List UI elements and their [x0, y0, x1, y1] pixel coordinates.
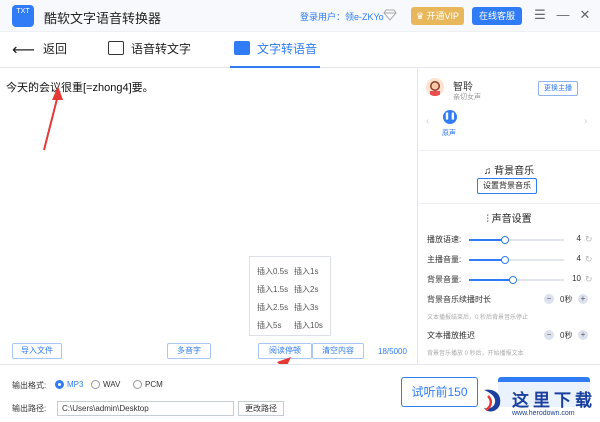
slider-thumb[interactable] [501, 236, 510, 244]
watermark-logo-icon [484, 389, 501, 412]
bg-extend-increase-button[interactable]: + [578, 294, 588, 304]
format-label-wav[interactable]: WAV [103, 380, 120, 389]
login-user-label[interactable]: 登录用户：领e-ZKYo [300, 10, 384, 23]
insert-pause-5s[interactable]: 插入5s [257, 320, 281, 331]
bg-extend-note: 文本播报结束后，0 秒后背景音乐停止 [427, 315, 529, 321]
slider-thumb[interactable] [501, 256, 510, 264]
app-title: 酷软文字语音转换器 [44, 11, 162, 26]
format-radio-wav[interactable] [91, 380, 100, 389]
host-volume-slider[interactable]: 主播音量: 4 ↻ [427, 254, 593, 266]
close-icon[interactable]: ✕ [577, 6, 593, 24]
text-delay-note: 背景音乐播放 0 秒后，开始播报文本 [427, 351, 524, 357]
format-label-pcm[interactable]: PCM [145, 380, 163, 389]
bg-volume-slider[interactable]: 背景音量: 10 ↻ [427, 274, 593, 286]
output-format-label: 输出格式: [12, 381, 47, 390]
reset-icon[interactable]: ↻ [585, 274, 593, 285]
text-to-speech-icon [234, 41, 250, 55]
format-label-mp3[interactable]: MP3 [67, 380, 83, 389]
bg-extend-decrease-button[interactable]: − [544, 294, 554, 304]
app-logo-icon: TXT [12, 5, 34, 27]
bg-extend-value[interactable]: 0秒 [560, 294, 572, 305]
diamond-icon [383, 9, 397, 21]
bgm-title: ♫ 背景音乐 [483, 166, 535, 177]
pause-insert-panel: 插入0.5s 插入1s 插入1.5s 插入2s 插入2.5s 插入3s 插入5s… [249, 256, 331, 336]
settings-panel: 智聆 亲切女声 更换主播 ‹ › ❚❚ 原声 ♫ 背景音乐 设置背景音乐 ⫶ 声… [418, 68, 600, 364]
slider-track[interactable] [469, 236, 564, 244]
format-radio-mp3[interactable] [55, 380, 64, 389]
char-counter: 18/5000 [378, 347, 407, 356]
reset-icon[interactable]: ↻ [585, 234, 593, 245]
change-voice-button[interactable]: 更换主播 [538, 81, 578, 96]
chevron-left-icon[interactable]: ‹ [426, 116, 429, 127]
insert-pause-1.5s[interactable]: 插入1.5s [257, 284, 288, 295]
insert-pause-3s[interactable]: 插入3s [294, 302, 318, 313]
watermark-url: www.herodown.com [512, 410, 575, 417]
format-radio-pcm[interactable] [133, 380, 142, 389]
set-bgm-button[interactable]: 设置背景音乐 [477, 178, 537, 194]
title-bar: TXT 酷软文字语音转换器 登录用户：领e-ZKYo ♛ 开通VIP 在线客服 … [0, 0, 600, 32]
slider-fill [469, 279, 513, 281]
menu-icon[interactable]: ☰ [532, 6, 548, 24]
slider-fill [469, 239, 506, 241]
text-delay-value[interactable]: 0秒 [560, 330, 572, 341]
output-path-label: 输出路径: [12, 404, 47, 413]
bg-extend-label: 背景音乐续播时长 [427, 295, 491, 304]
text-delay-decrease-button[interactable]: − [544, 330, 554, 340]
pause-icon[interactable]: ❚❚ [443, 110, 457, 124]
insert-pause-1s[interactable]: 插入1s [294, 266, 318, 277]
output-path-input[interactable]: C:\Users\admin\Desktop [57, 401, 234, 416]
insert-pause-0.5s[interactable]: 插入0.5s [257, 266, 288, 277]
slider-value: 10 [572, 274, 581, 283]
insert-pause-2s[interactable]: 插入2s [294, 284, 318, 295]
slider-track[interactable] [469, 256, 564, 264]
slider-label: 背景音量: [427, 275, 462, 284]
back-arrow-icon: ⟵ [12, 42, 35, 59]
slider-value: 4 [576, 254, 581, 263]
vip-crown-icon: ♛ [415, 11, 427, 21]
watermark-text: 这里下载 [512, 391, 596, 411]
back-button[interactable]: ⟵ 返回 [12, 40, 67, 60]
change-path-button[interactable]: 更改路径 [238, 401, 284, 416]
avatar [426, 78, 444, 96]
text-editor[interactable]: 今天的会议很重[=zhong4]要。 插入0.5s 插入1s 插入1.5s 插入… [0, 68, 418, 364]
slider-value: 4 [576, 234, 581, 243]
speed-slider[interactable]: 播放语速: 4 ↻ [427, 234, 593, 246]
voice-description: 亲切女声 [453, 94, 481, 101]
slider-label: 主播音量: [427, 255, 462, 264]
text-delay-increase-button[interactable]: + [578, 330, 588, 340]
insert-pause-2.5s[interactable]: 插入2.5s [257, 302, 288, 313]
voice-name: 智聆 [453, 82, 473, 93]
reset-icon[interactable]: ↻ [585, 254, 593, 265]
import-file-button[interactable]: 导入文件 [12, 343, 62, 359]
text-delay-label: 文本播放推迟 [427, 331, 475, 340]
editor-content[interactable]: 今天的会议很重[=zhong4]要。 [6, 79, 154, 95]
divider [418, 150, 600, 151]
slider-thumb[interactable] [508, 276, 517, 284]
clear-content-button[interactable]: 清空内容 [312, 343, 364, 359]
watermark: 这里下载 www.herodown.com [478, 382, 600, 422]
online-support-button[interactable]: 在线客服 [472, 7, 522, 25]
tab-speech-to-text[interactable]: 语音转文字 [108, 40, 191, 57]
read-pause-button[interactable]: 阅读停顿 [258, 343, 312, 359]
music-note-icon: ♫ [483, 166, 495, 177]
slider-track[interactable] [469, 276, 564, 284]
chevron-right-icon[interactable]: › [584, 116, 587, 127]
divider [418, 203, 600, 204]
open-vip-button[interactable]: ♛ 开通VIP [411, 7, 464, 25]
tab-text-to-speech[interactable]: 文字转语音 [234, 40, 317, 57]
preview-button[interactable]: 试听前150 [401, 377, 478, 407]
sound-settings-title: ⫶ 声音设置 [486, 214, 532, 225]
slider-fill [469, 259, 506, 261]
insert-pause-10s[interactable]: 插入10s [294, 320, 323, 331]
speech-to-text-icon [108, 41, 124, 55]
slider-label: 播放语速: [427, 235, 462, 244]
tab-bar: ⟵ 返回 语音转文字 文字转语音 [0, 32, 600, 68]
minimize-icon[interactable]: — [555, 6, 571, 24]
polyphone-button[interactable]: 多音字 [167, 343, 211, 359]
original-voice-label: 原声 [442, 130, 456, 137]
